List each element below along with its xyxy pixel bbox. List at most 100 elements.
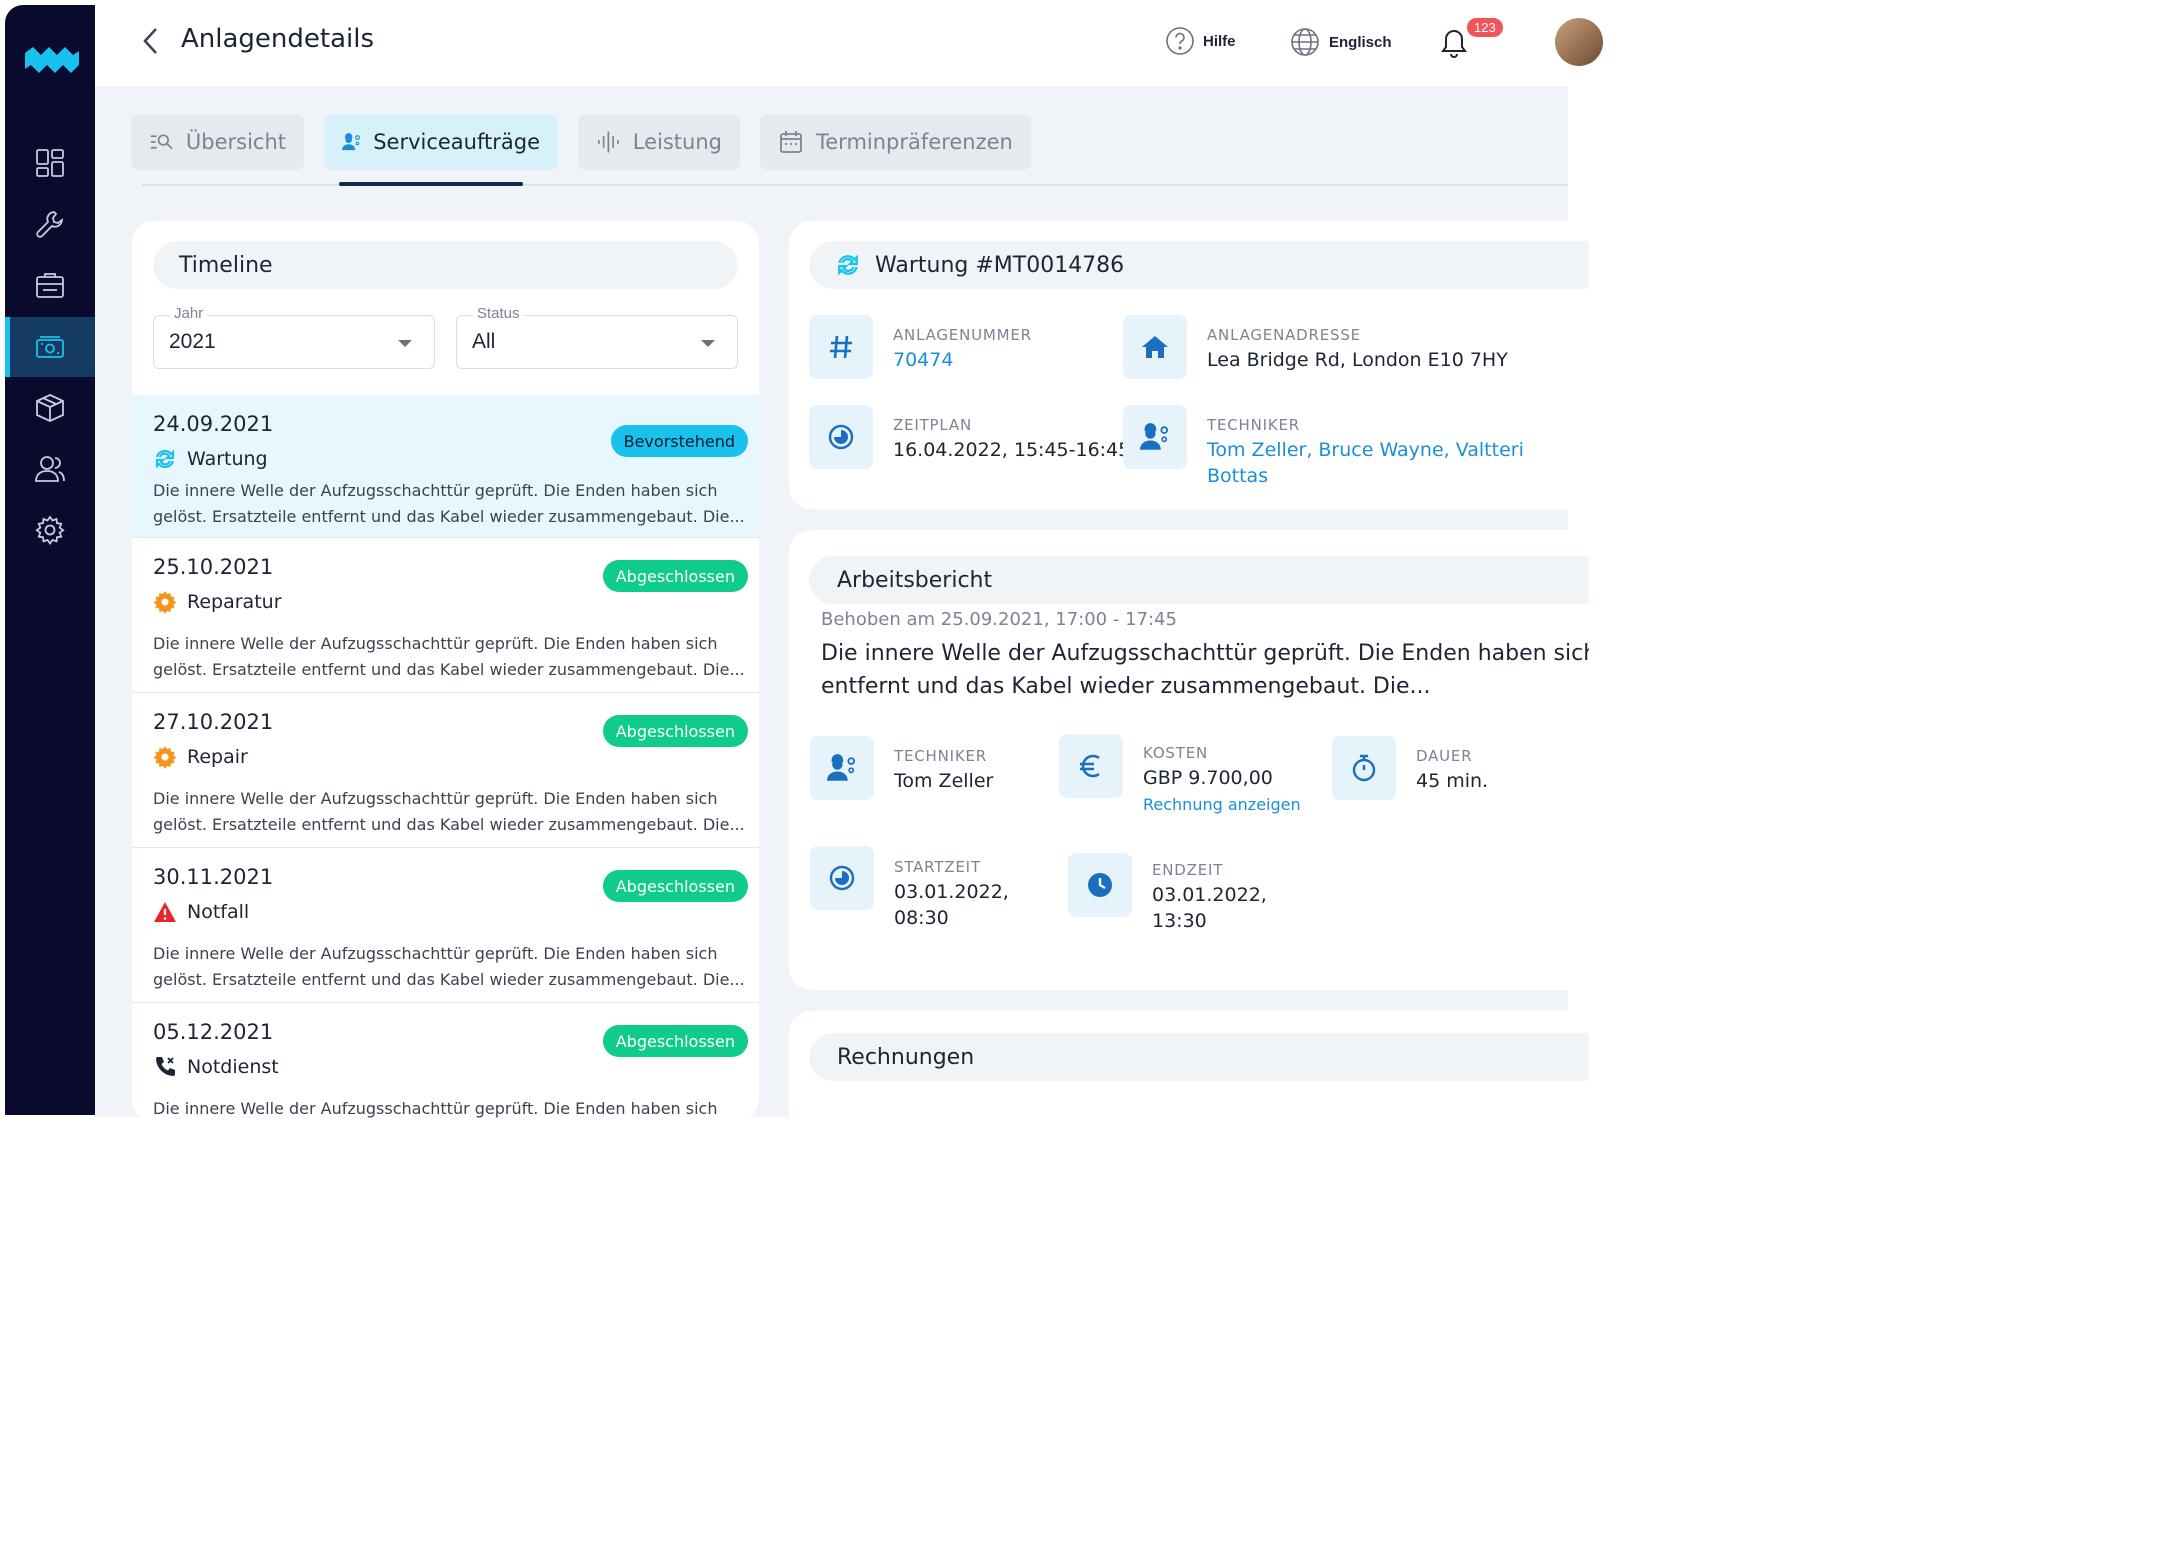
description-line: Die innere Welle der Aufzugsschachttür g…	[153, 789, 718, 808]
duration-label: DAUER	[1416, 747, 1473, 765]
timeline-card: Timeline Jahr 2021 Status All 24.09.2021…	[132, 221, 759, 1121]
timeline-item-date: 24.09.2021	[153, 412, 274, 436]
timeline-item-date: 05.12.2021	[153, 1020, 274, 1044]
invoices-card: Rechnungen	[789, 1011, 1589, 1151]
cost-icon-box	[1059, 734, 1123, 798]
sidebar-item-dashboard[interactable]	[5, 133, 95, 193]
help-icon	[1166, 27, 1194, 55]
user-avatar[interactable]	[1555, 18, 1603, 66]
timeline-item[interactable]: 30.11.2021 Abgeschlossen Notfall Die inn…	[132, 848, 759, 1003]
timeline-item[interactable]: 27.10.2021 Abgeschlossen Repair Die inne…	[132, 693, 759, 848]
calendar-icon	[780, 131, 802, 153]
description-line: gelöst. Ersatzteile entfernt und das Kab…	[153, 815, 745, 834]
sidebar	[5, 5, 95, 1115]
timeline-item-description: Die innere Welle der Aufzugsschachttür g…	[153, 1096, 753, 1121]
report-text: Die innere Welle der Aufzugsschachttür g…	[821, 637, 1589, 703]
sidebar-item-tools[interactable]	[5, 194, 95, 254]
hash-icon-box	[809, 315, 873, 379]
technician-icon-box	[1123, 405, 1187, 469]
sidebar-item-settings[interactable]	[5, 500, 95, 560]
tab-appointment-preferences[interactable]: Terminpräferenzen	[760, 114, 1031, 170]
timeline-item[interactable]: 05.12.2021 Abgeschlossen Notdienst Die i…	[132, 1003, 759, 1121]
schedule-value: 16.04.2022, 15:45-16:45	[893, 439, 1131, 461]
report-text-line: entfernt und das Kabel wieder zusammenge…	[821, 674, 1431, 699]
back-button[interactable]	[135, 24, 165, 58]
asset-address-value: Lea Bridge Rd, London E10 7HY	[1207, 349, 1508, 371]
sync-icon	[838, 254, 858, 276]
tab-overview[interactable]: Übersicht	[131, 114, 304, 170]
status-badge: Abgeschlossen	[602, 1025, 748, 1057]
timeline-item-description: Die innere Welle der Aufzugsschachttür g…	[153, 631, 753, 683]
timeline-item-type: Reparatur	[153, 590, 282, 614]
timeline-item-date: 30.11.2021	[153, 865, 274, 889]
gear-orange-icon	[153, 746, 177, 769]
technicians-label: TECHNIKER	[1207, 416, 1300, 434]
description-line: gelöst. Ersatzteile entfernt und das Kab…	[153, 970, 745, 989]
start-time: 08:30	[894, 907, 949, 929]
money-icon	[36, 336, 64, 358]
resolved-at: Behoben am 25.09.2021, 17:00 - 17:45	[821, 609, 1177, 630]
sync-icon	[155, 449, 175, 469]
gear-orange-icon	[153, 591, 177, 614]
duration-value: 45 min.	[1416, 770, 1489, 792]
phone-icon	[156, 1057, 175, 1076]
start-time-label: STARTZEIT	[894, 858, 981, 876]
sidebar-item-customers[interactable]	[5, 439, 95, 499]
work-report-title: Arbeitsbericht	[837, 567, 993, 593]
page-title: Anlagendetails	[181, 24, 375, 54]
overview-icon	[150, 134, 173, 150]
status-badge: Bevorstehend	[610, 425, 748, 457]
service-order-title: Wartung #MT0014786	[875, 252, 1125, 278]
home-icon-box	[1123, 315, 1187, 379]
sidebar-item-finance[interactable]	[5, 317, 95, 377]
tab-performance-label: Leistung	[632, 130, 722, 154]
bell-icon[interactable]	[1437, 24, 1471, 60]
year-select[interactable]: Jahr 2021	[153, 305, 435, 369]
asset-number-label: ANLAGENUMMER	[893, 326, 1032, 344]
main-content: Übersicht Serviceaufträge Leistung Termi…	[95, 86, 1589, 1151]
clock-half-icon	[829, 865, 855, 891]
status-select[interactable]: Status All	[456, 305, 738, 369]
timeline-item-description: Die innere Welle der Aufzugsschachttür g…	[153, 786, 753, 838]
tab-service-orders[interactable]: Serviceaufträge	[324, 114, 558, 170]
timeline-item[interactable]: 25.10.2021 Abgeschlossen Reparatur Die i…	[132, 538, 759, 693]
description-line: gelöst. Ersatzteile entfernt und das Kab…	[153, 660, 745, 679]
end-time-value: 03.01.2022, 13:30	[1152, 882, 1267, 934]
active-tab-indicator	[339, 182, 523, 186]
timeline-item-type: Notdienst	[153, 1055, 279, 1079]
schedule-icon-box	[809, 405, 873, 469]
help-button[interactable]: Hilfe	[1165, 26, 1236, 56]
status-badge: Abgeschlossen	[602, 870, 748, 902]
timeline-item-type-label: Notfall	[187, 901, 250, 923]
sidebar-item-assets[interactable]	[5, 378, 95, 438]
clock-half-icon	[828, 424, 854, 450]
chevron-down-icon	[701, 340, 715, 347]
home-icon	[1142, 336, 1168, 358]
description-line: Die innere Welle der Aufzugsschachttür g…	[153, 481, 718, 500]
asset-number-link[interactable]: 70474	[893, 347, 953, 373]
top-bar: Anlagendetails Hilfe Englisch 123	[95, 0, 1603, 86]
box-icon	[36, 394, 64, 422]
technician-icon	[1140, 423, 1169, 450]
language-selector[interactable]: Englisch	[1289, 26, 1392, 58]
timeline-item-type-label: Notdienst	[187, 1056, 279, 1078]
sidebar-item-jobs[interactable]	[5, 255, 95, 315]
cost-label: KOSTEN	[1143, 744, 1209, 762]
tab-performance[interactable]: Leistung	[578, 114, 740, 170]
duration-icon-box	[1332, 736, 1396, 800]
waveform-icon	[598, 131, 619, 153]
users-icon	[35, 456, 65, 482]
timeline-item-type: Notfall	[153, 900, 249, 924]
brand-logo	[25, 47, 79, 73]
service-order-card: Wartung #MT0014786 ANLAGENUMMER 70474 AN…	[789, 221, 1589, 509]
timeline-item-date: 25.10.2021	[153, 555, 274, 579]
status-value: All	[472, 330, 496, 353]
show-invoice-link[interactable]: Rechnung anzeigen	[1143, 795, 1301, 814]
tab-service-orders-label: Serviceaufträge	[373, 130, 540, 154]
timeline-item[interactable]: 24.09.2021 Bevorstehend Wartung Die inne…	[132, 395, 759, 538]
hash-icon	[830, 335, 852, 359]
cost-value: GBP 9.700,00	[1143, 767, 1273, 789]
tab-overview-label: Übersicht	[185, 130, 286, 154]
timeline-title: Timeline	[179, 252, 273, 278]
technicians-links[interactable]: Tom Zeller, Bruce Wayne, Valtteri Bottas	[1207, 437, 1589, 489]
